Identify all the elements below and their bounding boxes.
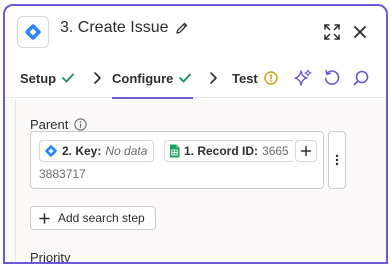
add-search-step-label: Add search step bbox=[58, 211, 145, 225]
search-button[interactable] bbox=[351, 68, 371, 88]
title-group: 3. Create Issue bbox=[60, 19, 189, 37]
tab-label: Setup bbox=[20, 70, 57, 86]
expand-button[interactable] bbox=[322, 22, 342, 42]
token-value: No data bbox=[105, 144, 148, 158]
refresh-icon bbox=[324, 70, 340, 85]
refresh-button[interactable] bbox=[322, 68, 342, 88]
search-icon bbox=[353, 70, 369, 86]
insert-data-button[interactable] bbox=[295, 140, 317, 162]
token-pill-key[interactable]: 2. Key: No data bbox=[39, 140, 155, 162]
jira-diamond-icon bbox=[25, 24, 41, 40]
add-search-step-button[interactable]: Add search step bbox=[30, 206, 156, 230]
pencil-icon[interactable] bbox=[175, 21, 189, 35]
tab-test[interactable]: Test bbox=[232, 58, 278, 98]
parent-field-label: Parent bbox=[30, 117, 87, 132]
tab-setup[interactable]: Setup bbox=[20, 58, 75, 98]
tab-label: Test bbox=[232, 70, 258, 86]
token-pill-record-id[interactable]: 1. Record ID: 3665 bbox=[164, 140, 293, 162]
token-value: 3665 bbox=[262, 144, 289, 158]
step-title[interactable]: 3. Create Issue bbox=[60, 19, 169, 37]
token-value-wrap: 3883717 bbox=[39, 167, 86, 181]
divider bbox=[15, 99, 16, 262]
tab-configure[interactable]: Configure bbox=[112, 58, 194, 99]
expand-icon bbox=[324, 24, 340, 40]
app-badge bbox=[17, 16, 49, 48]
check-icon bbox=[62, 73, 75, 83]
kebab-menu-icon bbox=[335, 154, 339, 166]
parent-label: Parent bbox=[30, 117, 69, 132]
sparkle-icon bbox=[294, 69, 312, 86]
plus-icon bbox=[39, 212, 50, 224]
parent-input[interactable]: 2. Key: No data 1. Record ID: 3665 38837… bbox=[30, 131, 324, 189]
check-icon bbox=[179, 73, 192, 83]
warning-icon bbox=[264, 71, 278, 85]
field-options-button[interactable] bbox=[328, 131, 346, 189]
step-tabs: Setup Configure Test bbox=[5, 58, 386, 99]
plus-icon bbox=[300, 145, 312, 157]
priority-field-label: Priority bbox=[30, 250, 71, 264]
ai-assist-button[interactable] bbox=[293, 68, 313, 88]
token-label: 2. Key: bbox=[62, 144, 102, 158]
token-label: 1. Record ID: bbox=[184, 144, 259, 158]
jira-diamond-icon bbox=[45, 145, 57, 157]
step-header: 3. Create Issue bbox=[5, 6, 386, 58]
tab-label: Configure bbox=[112, 70, 174, 86]
close-button[interactable] bbox=[350, 22, 370, 42]
sheets-icon bbox=[170, 144, 180, 158]
step-editor-panel: 3. Create Issue Setup Configure Test Par… bbox=[3, 4, 388, 264]
chevron-right-icon bbox=[94, 72, 101, 84]
info-icon[interactable] bbox=[74, 118, 87, 131]
chevron-right-icon bbox=[210, 72, 217, 84]
close-icon bbox=[354, 26, 366, 38]
configure-body: Parent 2. Key: No data 1. Record ID: 366… bbox=[5, 99, 386, 264]
